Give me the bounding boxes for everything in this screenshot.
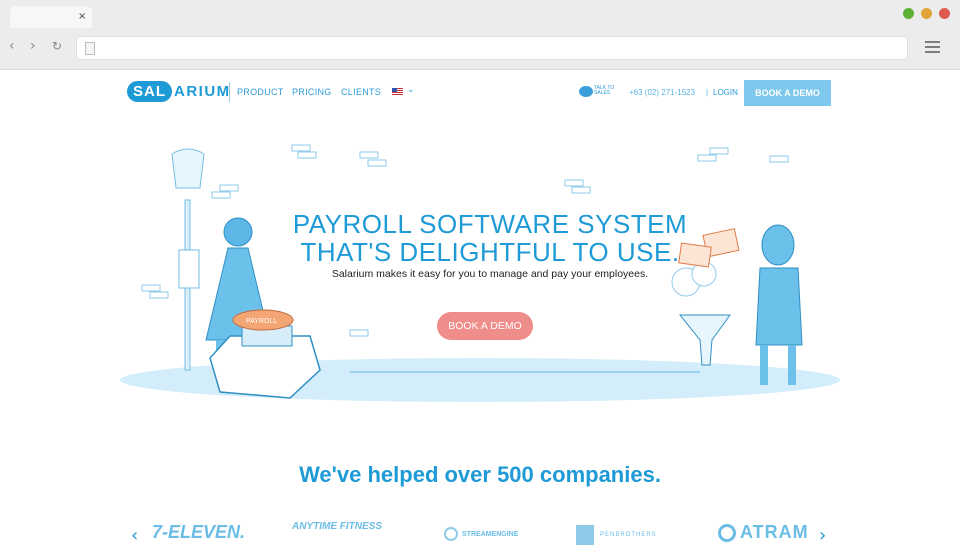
window-dot-yellow[interactable] <box>921 8 932 19</box>
address-bar[interactable] <box>76 36 908 60</box>
us-flag-icon[interactable] <box>392 88 403 95</box>
lamp-post-shape <box>171 148 205 371</box>
phone-number[interactable]: +63 (02) 271-1523 <box>629 88 695 97</box>
tab-close-icon[interactable]: × <box>78 11 86 22</box>
file-icon <box>85 42 95 55</box>
client-name: 7-ELEVEN. <box>152 522 246 542</box>
gear-icon <box>444 527 458 541</box>
header-divider <box>229 82 230 102</box>
talk-to-sales-link[interactable]: TALK TO SALES <box>594 86 624 96</box>
chat-bubble-icon[interactable] <box>579 86 593 97</box>
client-logo-penbrothers[interactable]: PENBROTHERS <box>576 525 657 545</box>
man-figure <box>755 224 803 385</box>
client-name: PENBROTHERS <box>600 532 657 538</box>
nav-product[interactable]: PRODUCT <box>237 87 284 97</box>
book-demo-header-button[interactable]: BOOK A DEMO <box>744 80 831 106</box>
chevron-down-icon[interactable]: ⌄ <box>407 85 415 95</box>
salarium-logo[interactable]: SAL ARIUM <box>127 80 231 102</box>
menu-icon[interactable] <box>925 41 940 56</box>
carousel-prev-icon[interactable]: ‹ <box>131 525 138 546</box>
hero-title-line2: THAT'S DELIGHTFUL TO USE. <box>300 237 680 267</box>
login-link[interactable]: LOGIN <box>713 88 738 97</box>
client-name: ATRAM <box>740 522 809 542</box>
companies-heading: We've helped over 500 companies. <box>299 462 661 487</box>
pb-mark-icon <box>576 525 594 545</box>
client-logo-atram[interactable]: ATRAM <box>718 522 809 543</box>
atram-mark-icon <box>718 523 736 542</box>
nav-clients[interactable]: CLIENTS <box>341 87 381 97</box>
browser-chrome: × ‹ › ↻ <box>0 0 960 70</box>
payroll-button-label: PAYROLL <box>246 318 277 325</box>
client-name: STREAMENGINE <box>462 530 519 538</box>
carousel-next-icon[interactable]: › <box>819 525 826 546</box>
client-logo-7eleven[interactable]: 7-ELEVEN. <box>152 522 245 543</box>
hero-subtitle: Salarium makes it easy for you to manage… <box>331 268 649 280</box>
hero-title: PAYROLL SOFTWARE SYSTEM THAT'S DELIGHTFU… <box>290 210 690 266</box>
book-demo-hero-button[interactable]: BOOK A DEMO <box>437 312 533 340</box>
header-separator: | <box>706 88 709 97</box>
logo-badge: SAL <box>127 80 172 102</box>
back-icon[interactable]: ‹ <box>9 38 15 54</box>
logo-text: ARIUM <box>174 82 231 100</box>
nav-pricing[interactable]: PRICING <box>292 87 332 97</box>
client-name: ANYTIME FITNESS <box>292 521 383 532</box>
client-logo-anytime-fitness[interactable]: ANYTIME FITNESS <box>292 522 388 532</box>
client-logo-streamengine[interactable]: STREAMENGINE <box>444 527 518 541</box>
hero-title-line1: PAYROLL SOFTWARE SYSTEM <box>292 209 688 239</box>
window-dot-red[interactable] <box>939 8 950 19</box>
reload-icon[interactable]: ↻ <box>52 39 62 53</box>
window-dot-green[interactable] <box>903 8 914 19</box>
forward-icon[interactable]: › <box>30 38 36 54</box>
